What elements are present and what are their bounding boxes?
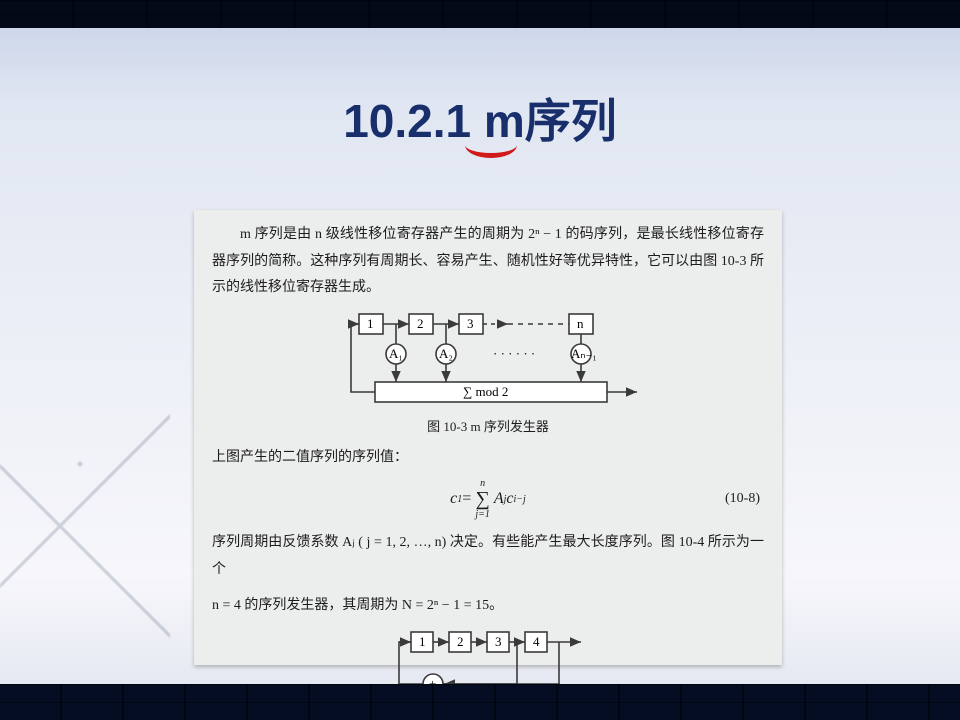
svg-text:A₂: A₂ xyxy=(439,346,453,361)
title-underline xyxy=(465,145,517,158)
equation-number: (10-8) xyxy=(725,486,760,513)
svg-text:· · · · · ·: · · · · · · xyxy=(493,346,535,361)
formula-eq: = xyxy=(462,484,471,514)
top-border xyxy=(0,0,960,28)
formula-c2: c xyxy=(506,484,513,514)
sum-symbol: n ∑ j=1 xyxy=(475,478,490,520)
background-tower xyxy=(0,404,170,684)
slide: 10.2.1 m序列 m 序列是由 n 级线性移位寄存器产生的周期为 2ⁿ − … xyxy=(0,0,960,720)
formula-c: c xyxy=(450,484,457,514)
svg-text:1: 1 xyxy=(419,634,426,649)
svg-text:2: 2 xyxy=(417,316,424,331)
after-formula-2: n = 4 的序列发生器，其周期为 N = 2ⁿ − 1 = 15。 xyxy=(212,593,764,620)
diagram-1: 1 2 3 n A₁ A₂ xyxy=(212,308,764,413)
svg-text:1: 1 xyxy=(367,316,374,331)
svg-text:2: 2 xyxy=(457,634,464,649)
after-formula: 序列周期由反馈系数 Aⱼ ( j = 1, 2, …, n) 决定。有些能产生最… xyxy=(212,530,764,583)
svg-text:3: 3 xyxy=(495,634,502,649)
formula-row: c1 = n ∑ j=1 Aj ci−j (10-8) xyxy=(212,478,764,520)
intro-paragraph: m 序列是由 n 级线性移位寄存器产生的周期为 2ⁿ − 1 的码序列，是最长线… xyxy=(212,222,764,302)
svg-text:Aₙ₋₁: Aₙ₋₁ xyxy=(571,346,597,361)
above-formula: 上图产生的二值序列的序列值： xyxy=(212,445,764,472)
bottom-border xyxy=(0,684,960,720)
svg-text:n: n xyxy=(577,316,584,331)
formula-a: A xyxy=(494,484,504,514)
formula: c1 = n ∑ j=1 Aj ci−j xyxy=(450,478,526,520)
svg-text:4: 4 xyxy=(533,634,540,649)
svg-text:A₁: A₁ xyxy=(389,346,403,361)
slide-title: 10.2.1 m序列 xyxy=(0,85,960,151)
svg-text:∑ mod 2: ∑ mod 2 xyxy=(463,384,508,399)
formula-c2-sub: i−j xyxy=(514,490,526,509)
content-box: m 序列是由 n 级线性移位寄存器产生的周期为 2ⁿ − 1 的码序列，是最长线… xyxy=(194,210,782,665)
sum-lower: j=1 xyxy=(475,509,490,520)
caption-1: 图 10-3 m 序列发生器 xyxy=(212,415,764,440)
svg-text:3: 3 xyxy=(467,316,474,331)
